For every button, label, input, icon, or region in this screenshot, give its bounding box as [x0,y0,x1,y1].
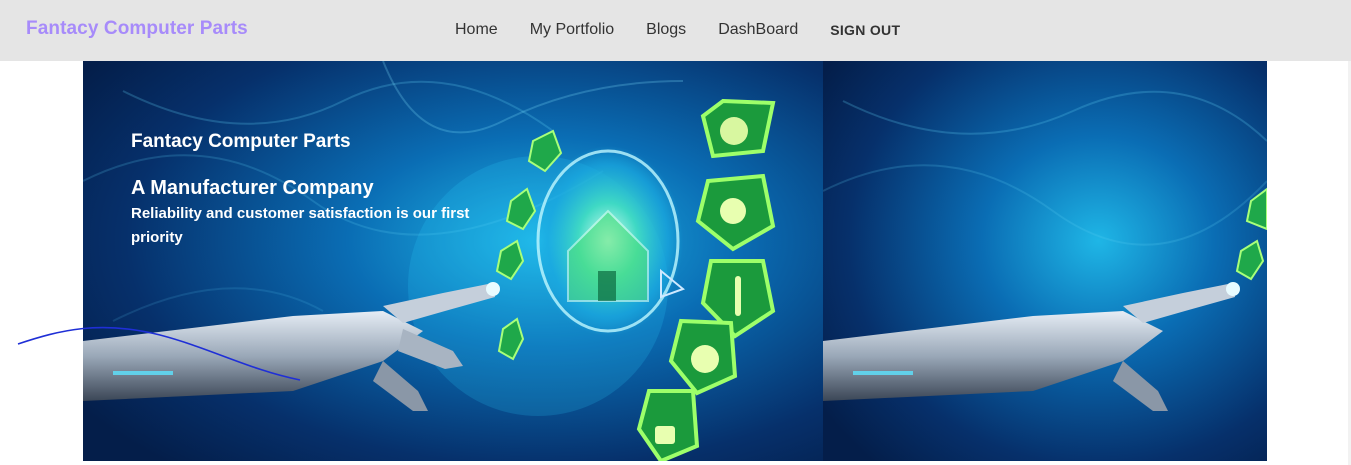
hero-title: Fantacy Computer Parts [131,131,351,152]
brand-logo[interactable]: Fantacy Computer Parts [26,18,248,40]
nav-link-home[interactable]: Home [455,21,498,39]
scribble-line [17,326,301,381]
nav-links: Home My Portfolio Blogs DashBoard SIGN O… [455,20,900,40]
hero-text: Fantacy Computer Parts A Manufacturer Co… [131,131,511,250]
hero-tagline: Reliability and customer satisfaction is… [131,205,470,246]
sign-out-button[interactable]: SIGN OUT [830,22,900,38]
hero-subtitle: A Manufacturer Company [131,177,374,199]
nav-link-blogs[interactable]: Blogs [646,21,686,39]
nav-link-dashboard[interactable]: DashBoard [718,21,798,39]
hero-image-repeat [823,61,1267,461]
house-icon [533,146,683,336]
nav-link-my-portfolio[interactable]: My Portfolio [530,21,614,39]
navbar: Fantacy Computer Parts Home My Portfolio… [0,0,1351,61]
fan-icon [700,98,776,159]
